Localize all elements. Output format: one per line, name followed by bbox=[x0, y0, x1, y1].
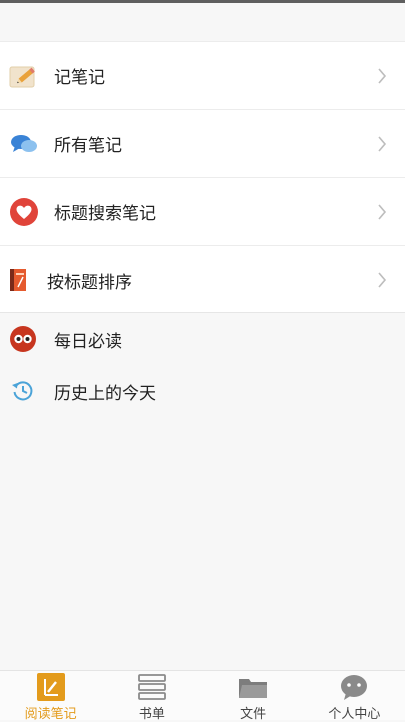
bottom-tab-bar: 阅读笔记 书单 文件 个人中心 bbox=[0, 670, 405, 722]
history-today-item[interactable]: 历史上的今天 bbox=[0, 365, 405, 417]
history-clock-icon bbox=[12, 381, 33, 401]
menu-item-title-search[interactable]: 标题搜索笔记 bbox=[0, 178, 405, 246]
chat-bubbles-icon bbox=[11, 134, 37, 152]
tab-label: 阅读笔记 bbox=[24, 707, 77, 722]
book-icon bbox=[10, 269, 26, 291]
tab-book-list[interactable]: 书单 bbox=[101, 671, 202, 722]
pencil-note-icon bbox=[9, 66, 35, 87]
menu-item-label: 按标题排序 bbox=[47, 272, 132, 293]
history-today-label: 历史上的今天 bbox=[54, 383, 156, 404]
menu-item-take-note[interactable]: 记笔记 bbox=[0, 42, 405, 110]
tab-personal-center[interactable]: 个人中心 bbox=[304, 671, 405, 722]
menu-item-sort-by-title[interactable]: 按标题排序 bbox=[0, 246, 405, 314]
menu-item-label: 所有笔记 bbox=[54, 136, 122, 156]
menu-item-label: 标题搜索笔记 bbox=[54, 204, 156, 224]
tab-files[interactable]: 文件 bbox=[203, 671, 304, 722]
heart-icon bbox=[10, 197, 38, 226]
folder-icon bbox=[239, 679, 268, 698]
tab-reading-notes[interactable]: 阅读笔记 bbox=[0, 671, 101, 722]
chat-face-icon bbox=[341, 675, 368, 700]
daily-reading-label: 每日必读 bbox=[54, 331, 122, 352]
chevron-right-icon bbox=[378, 203, 387, 220]
top-bar bbox=[0, 0, 405, 40]
menu-item-label: 记笔记 bbox=[54, 68, 105, 88]
menu-item-all-notes[interactable]: 所有笔记 bbox=[0, 110, 405, 178]
chevron-right-icon bbox=[378, 67, 387, 84]
tab-label: 书单 bbox=[138, 707, 165, 722]
daily-reading-item[interactable]: 每日必读 bbox=[0, 313, 405, 365]
book-stack-icon bbox=[137, 674, 166, 700]
chevron-right-icon bbox=[378, 135, 387, 152]
chevron-right-icon bbox=[378, 272, 387, 288]
pen-note-icon bbox=[36, 673, 65, 701]
tab-label: 个人中心 bbox=[328, 707, 381, 722]
tab-label: 文件 bbox=[240, 707, 267, 722]
owl-eyes-icon bbox=[10, 326, 36, 352]
menu-card: 记笔记 所有笔记 标题搜索笔记 按标题排序 bbox=[0, 41, 405, 313]
